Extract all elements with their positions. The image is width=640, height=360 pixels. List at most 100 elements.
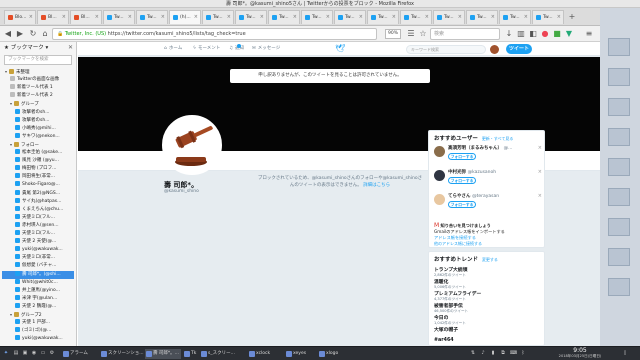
bookmark-item[interactable]: 井上蓮馬(@yino... [15,286,75,295]
browser-tab[interactable]: Bl... × [37,10,69,24]
new-tab-icon[interactable]: + [567,12,577,22]
browser-tab[interactable]: Tw... × [532,10,564,24]
close-tab-icon[interactable]: × [260,11,264,24]
other-address-book-link[interactable]: 他のアドレス帳に接続する [434,241,482,247]
browser-tab[interactable]: Tw... × [235,10,267,24]
bookmark-search-input[interactable]: ブックマークを検索 [4,55,72,65]
file-manager-icon[interactable]: ▤ [13,350,19,357]
browser-tab[interactable]: Tw... × [466,10,498,24]
extension-icon[interactable]: ● [540,29,550,39]
reader-icon[interactable]: ☰ [406,29,416,39]
url-bar[interactable]: 🔒 Twitter, Inc. (US) https://twitter.com… [52,28,377,40]
bookmark-item[interactable]: Twitterの画面な画像 [10,76,70,84]
close-tab-icon[interactable]: × [227,11,231,24]
trend-item[interactable]: #ar464 [434,338,542,343]
sidebar-header[interactable]: ★ ブックマーク ▾ [0,42,76,54]
bookmark-star-icon[interactable]: ☆ [418,29,428,39]
bookmark-item[interactable]: サキワ(@nekon... [15,132,75,141]
avatar[interactable] [434,170,445,181]
bookmark-folder[interactable]: ▾ 未整理 [5,68,65,76]
bookmark-item[interactable]: 松本圭佑 (@sake... [15,149,75,157]
trend-item[interactable]: プレミアムフライデー 4,377件のツイート [434,290,542,302]
browser-tab[interactable]: Tw... × [301,10,333,24]
desktop-icon[interactable] [608,188,630,206]
browser-tab[interactable]: Tw... × [136,10,168,24]
taskbar-task[interactable]: xeyes [285,349,316,359]
terminal-icon[interactable]: ▣ [22,350,28,357]
close-tab-icon[interactable]: × [194,11,198,24]
browser-tab[interactable]: Tw... × [268,10,300,24]
close-tab-icon[interactable]: × [128,11,132,24]
bookmark-item[interactable]: 新着ツール代表 1 [10,84,70,92]
close-tab-icon[interactable]: × [95,11,99,24]
bookmark-item[interactable]: 天使ミロ(非常... [15,254,75,262]
sidebar-toggle-icon[interactable]: ◧ [528,29,538,39]
dismiss-icon[interactable]: × [538,169,542,175]
taskbar-task[interactable]: s_スクリー... [200,349,246,359]
connect-address-book-link[interactable]: アドレス帳を接続する [434,235,476,240]
bookmark-item[interactable]: くまえちん(@chu... [15,205,75,214]
trend-item[interactable]: 温暖化 5,006件のツイート [434,278,542,290]
reload-icon[interactable]: ↻ [28,29,38,39]
bookmark-item[interactable]: yuki(@wakuwak... [15,335,75,343]
bookmark-item[interactable]: 貴尾 第2(@NGS... [15,189,75,198]
keyboard-icon[interactable]: ⌨ [510,350,517,357]
browser-tab[interactable]: Bl... × [70,10,102,24]
clipboard-icon[interactable]: ⧉ [500,350,506,357]
twitter-bird-icon[interactable]: 🕊 [335,44,345,54]
follow-button[interactable]: フォローする [448,201,476,208]
browser-tab[interactable]: Tw... × [433,10,465,24]
change-trends-link[interactable]: 変更する [482,257,498,262]
profile-avatar[interactable] [162,115,222,175]
bookmark-item[interactable]: 小嶋秀(@mihi... [15,124,75,133]
back-icon[interactable]: ◀ [3,29,13,39]
browser-tab[interactable]: Tw... × [103,10,135,24]
close-tab-icon[interactable]: × [293,11,297,24]
close-tab-icon[interactable]: × [392,11,396,24]
bookmark-item[interactable]: 天使ミロ(フル... [15,230,75,238]
volume-icon[interactable]: ♪ [480,350,486,357]
dismiss-icon[interactable]: × [538,145,542,151]
bookmark-item[interactable]: サイ丸(@hatpas... [15,197,75,206]
close-tab-icon[interactable]: × [29,11,33,24]
avatar[interactable] [434,194,445,205]
bookmark-item[interactable]: 天使 2 天使(@... [15,238,75,246]
desktop-icon[interactable] [608,278,630,296]
suggested-user-name[interactable]: 高須芳明（まるみちゃん） @... [448,145,512,151]
nav-home[interactable]: ⌂ ホーム [164,42,182,56]
forward-icon[interactable]: ▶ [15,29,25,39]
close-tab-icon[interactable]: × [326,11,330,24]
extension-icon[interactable]: ▼ [564,29,574,39]
desktop-icon[interactable] [608,68,630,86]
library-icon[interactable]: ▥ [516,29,526,39]
taskbar-task[interactable]: スクリーンショ... [100,349,144,359]
extension-icon[interactable]: ■ [552,29,562,39]
nav-messages[interactable]: ✉ メッセージ [252,42,280,56]
menu-icon[interactable]: ≡ [584,29,594,39]
desktop-icon[interactable] [608,218,630,236]
bookmark-item[interactable]: Shoko-Figaro@... [15,181,75,189]
search-bar[interactable]: 検索 [430,28,500,40]
trend-item[interactable]: 今日の 1,042件のツイート [434,314,542,326]
close-tab-icon[interactable]: × [425,11,429,24]
nav-moments[interactable]: ϟ モーメント [193,42,220,56]
browser-tab[interactable]: Tw... × [367,10,399,24]
tweet-button[interactable]: ツイート [506,44,532,54]
trend-item[interactable]: 被害者部手伝 46,500件のツイート [434,302,542,314]
twitter-search-input[interactable]: キーワード検索 [406,45,486,54]
folder-icon[interactable]: ▭ [40,350,46,357]
close-tab-icon[interactable]: × [524,11,528,24]
bookmark-item[interactable]: 風見 沙羅 (@yu... [15,157,75,165]
bookmark-item[interactable]: 赤村瑛人(@sen... [15,221,75,230]
desktop-icon[interactable] [608,158,630,176]
bookmark-item[interactable]: 天使 1 戸部... [15,319,75,327]
close-tab-icon[interactable]: × [62,11,66,24]
network-icon[interactable]: ⇅ [470,350,476,357]
bookmark-item[interactable]: 米津 宇(@ulan... [15,294,75,303]
desktop-icon[interactable] [608,38,630,56]
zoom-level[interactable]: 90% [385,29,401,39]
bookmark-item[interactable]: 天使 2 鶴霞(@... [15,302,75,311]
avatar[interactable] [490,45,499,54]
taskbar-task[interactable]: アラーム [62,349,98,359]
bookmark-folder[interactable]: ▾ グループ [10,100,70,108]
